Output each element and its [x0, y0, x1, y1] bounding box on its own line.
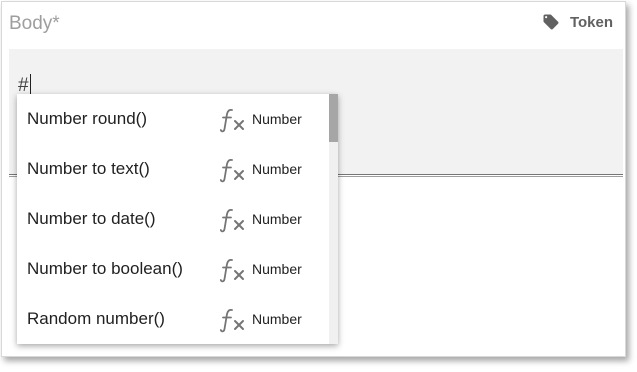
list-item[interactable]: Number round() Number: [17, 94, 338, 144]
item-label: Random number(): [27, 309, 165, 328]
dropdown-scrollbar[interactable]: [329, 94, 338, 344]
function-icon: [220, 258, 244, 283]
item-type: Number: [252, 211, 302, 227]
list-item[interactable]: Number to boolean() Number: [17, 244, 338, 294]
function-icon: [220, 108, 244, 133]
token-button-label: Token: [569, 13, 613, 31]
item-type: Number: [252, 261, 302, 277]
function-icon: [220, 308, 244, 333]
function-icon: [220, 158, 244, 183]
field-label: Body*: [9, 13, 60, 34]
item-type: Number: [252, 161, 302, 177]
item-type: Number: [252, 111, 302, 127]
list-item[interactable]: Random number() Number: [17, 294, 338, 344]
token-button[interactable]: Token: [542, 13, 613, 31]
item-type: Number: [252, 311, 302, 327]
item-label: Number to date(): [27, 209, 156, 228]
tag-icon: [542, 13, 560, 31]
function-icon: [220, 208, 244, 233]
scrollbar-thumb[interactable]: [329, 94, 338, 142]
item-label: Number to boolean(): [27, 259, 183, 278]
list-item[interactable]: Number to date() Number: [17, 194, 338, 244]
text-caret: [29, 74, 31, 94]
editor-value: #: [18, 75, 29, 96]
item-label: Number to text(): [27, 159, 150, 178]
autocomplete-dropdown[interactable]: Number round() Number Number to text() N…: [17, 94, 338, 344]
list-item[interactable]: Number to text() Number: [17, 144, 338, 194]
item-label: Number round(): [27, 109, 147, 128]
